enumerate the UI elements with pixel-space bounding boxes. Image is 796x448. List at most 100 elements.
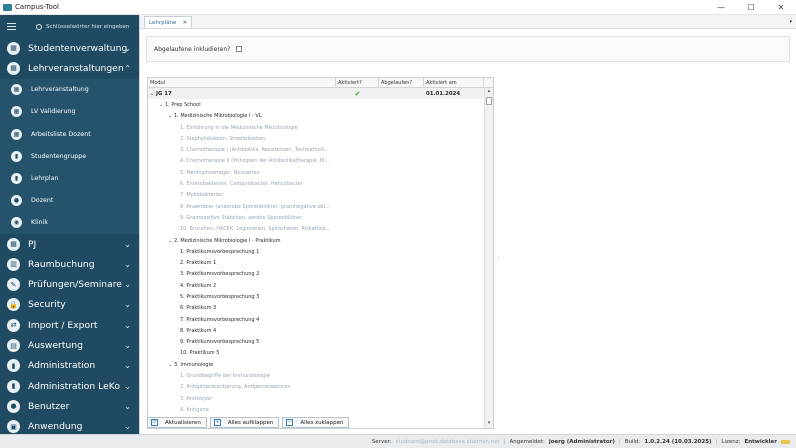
close-window-button[interactable]: ✕ — [766, 0, 796, 15]
column-header-modul[interactable]: Modul — [148, 78, 336, 87]
tree-node-label: 4. Praktikum 2 — [180, 282, 217, 289]
minimize-button[interactable]: — — [706, 0, 736, 15]
tree-row[interactable]: 4. Chemotherapie II (Prinzipien der Anti… — [148, 156, 485, 167]
sidebar-item-lehrveranstaltungen[interactable]: ▦ Lehrveranstaltungen ⌃ — [0, 58, 139, 78]
maximize-button[interactable]: ☐ — [736, 0, 766, 15]
tree-node-label: 5. Praktikumsvorbesprechung 3 — [180, 293, 260, 300]
tree-row[interactable]: 7. Mykobakterien — [148, 190, 485, 201]
sidebar-item-prüfungen-seminare[interactable]: ✎ Prüfungen/Seminare ⌄ — [0, 275, 139, 295]
tree-row[interactable]: 2. Antigenpräsentierung, Antigenrezeptor… — [148, 382, 485, 393]
tree-node-label: 1. Einführung in die Medizinische Mikrob… — [180, 124, 298, 131]
tree-row[interactable]: ⌄ 1. Medizinische Mikrobiologie I - VL — [148, 111, 485, 122]
tree-row[interactable]: ⌄ 3. Immunologie — [148, 359, 485, 370]
scroll-thumb[interactable] — [486, 97, 492, 105]
tree-row[interactable]: 2. Praktikum 1 — [148, 257, 485, 268]
sidebar-subitem-dozent[interactable]: ● Dozent — [0, 189, 139, 212]
sidebar-item-label: Import / Export — [28, 319, 98, 331]
tab-close-icon[interactable]: × — [182, 19, 187, 26]
splitter-handle-icon[interactable]: ⋮ — [495, 255, 501, 262]
refresh-button[interactable]: ⟳ Aktualisieren — [147, 417, 207, 428]
tree-row[interactable]: 5. Meningitiserreger, Neisserien — [148, 167, 485, 178]
chevron-icon[interactable]: ⌄ — [124, 321, 131, 330]
chevron-icon[interactable]: ⌄ — [124, 402, 131, 411]
sidebar-subitem-label: Studentengruppe — [31, 152, 87, 160]
chevron-icon[interactable]: ⌄ — [124, 341, 131, 350]
sidebar-item-import-export[interactable]: ⇄ Import / Export ⌄ — [0, 315, 139, 335]
sidebar-item-auswertung[interactable]: ▤ Auswertung ⌄ — [0, 335, 139, 355]
lock-icon: 🔒 — [7, 298, 20, 312]
tree-row[interactable]: 2. Staphylokokken, Streptokokken — [148, 133, 485, 144]
sidebar-item-administration-leko[interactable]: ▮ Administration LeKo ⌄ — [0, 376, 139, 396]
chevron-icon[interactable]: ⌄ — [124, 44, 131, 53]
sidebar-subitem-studentengruppe[interactable]: ▮ Studentengruppe — [0, 145, 139, 168]
tree-row[interactable]: ⌄ 2. Medizinische Mikrobiologie I - Prak… — [148, 235, 485, 246]
chevron-icon[interactable]: ⌄ — [124, 280, 131, 289]
tool-icon: ▮ — [7, 359, 20, 373]
search-input[interactable] — [46, 23, 136, 30]
sidebar-subitem-lv-validierung[interactable]: ▦ LV Validierung — [0, 100, 139, 123]
curriculum-tree-grid: Modul Aktiviert? Abgelaufen? Aktiviert a… — [147, 77, 494, 429]
tree-root-row[interactable]: ⌄ JG 17 ✔ 01.01.2024 — [148, 88, 485, 100]
tree-row[interactable]: 3. Antikörper — [148, 393, 485, 404]
tree-node-label: 3. Chemotherapie I (Antibiotika, Resiste… — [180, 147, 329, 154]
abgelaufene-checkbox[interactable] — [236, 46, 243, 52]
sidebar-subitem-arbeitsliste-dozent[interactable]: ▦ Arbeitsliste Dozent — [0, 122, 139, 146]
tool-icon: ▮ — [11, 172, 22, 184]
sidebar-item-label: Benutzer — [28, 400, 70, 412]
sidebar-item-pj[interactable]: ▦ PJ ⌄ — [0, 234, 139, 254]
tree-row[interactable]: 9. Praktikumsvorbesprechung 5 — [148, 337, 485, 348]
sidebar-item-security[interactable]: 🔒 Security ⌄ — [0, 295, 139, 315]
grid-header: Modul Aktiviert? Abgelaufen? Aktiviert a… — [148, 78, 493, 88]
column-header-aktiviert-am[interactable]: Aktiviert am — [424, 78, 484, 87]
tree-row[interactable]: 3. Praktikumsvorbesprechung 2 — [148, 269, 485, 280]
tree-row[interactable]: 7. Praktikumsvorbesprechung 4 — [148, 314, 485, 325]
sidebar-item-benutzer[interactable]: ● Benutzer ⌄ — [0, 396, 139, 416]
tree-node-label: 1. Praktikumsvorbesprechung 1 — [180, 248, 260, 255]
column-header-abgelaufen[interactable]: Abgelaufen? — [379, 78, 424, 87]
tab-menu-icon[interactable]: ▾ — [789, 19, 796, 25]
sidebar-search — [36, 23, 136, 30]
sidebar-item-studentenverwaltung[interactable]: ▦ Studentenverwaltung ⌄ — [0, 38, 139, 58]
window-controls: — ☐ ✕ — [706, 0, 796, 15]
tab-lehrplaene[interactable]: Lehrpläne × — [144, 16, 193, 28]
tree-row[interactable]: 10. Brucellen, HACEK, Legionellen, Spiro… — [148, 224, 485, 235]
tree-row[interactable]: 9. Grampositive Stäbchen, aerobe Sporenb… — [148, 212, 485, 223]
tree-row[interactable]: 10. Praktikum 5 — [148, 348, 485, 359]
hamburger-menu-icon[interactable] — [0, 23, 22, 30]
vertical-scrollbar[interactable]: ▴ ▾ — [484, 88, 493, 428]
tree-row[interactable]: 5. Praktikumsvorbesprechung 3 — [148, 291, 485, 302]
scroll-up-icon[interactable]: ▴ — [485, 88, 493, 96]
tree-row[interactable]: 6. Enterobakterien, Campylobacter, Helic… — [148, 178, 485, 189]
scroll-down-icon[interactable]: ▾ — [485, 420, 493, 428]
chevron-icon[interactable]: ⌄ — [124, 260, 131, 269]
sidebar-item-administration[interactable]: ▮ Administration ⌄ — [0, 356, 139, 376]
grid-rows: ⌄ JG 17 ✔ 01.01.2024 ⌄ 1. Prep School ⌄ 1… — [148, 88, 485, 428]
collapse-all-button[interactable]: − Alles zuklappen — [282, 417, 350, 428]
tool-icon: ▮ — [7, 379, 20, 393]
chevron-icon[interactable]: ⌄ — [124, 300, 131, 309]
sidebar-item-raumbuchung[interactable]: ▥ Raumbuchung ⌄ — [0, 254, 139, 274]
tree-row[interactable]: 1. Grundbegriffe der Immunbiologie — [148, 370, 485, 381]
sidebar-subitem-lehrveranstaltung[interactable]: ▦ Lehrveranstaltung — [0, 78, 139, 101]
chevron-icon[interactable]: ⌃ — [124, 64, 131, 73]
tree-row[interactable]: 1. Praktikumsvorbesprechung 1 — [148, 246, 485, 257]
tree-row[interactable]: 8. Praktikum 4 — [148, 325, 485, 336]
tree-row[interactable]: ⌄ 1. Prep School — [148, 99, 485, 110]
tree-row[interactable]: 3. Chemotherapie I (Antibiotika, Resiste… — [148, 144, 485, 155]
tree-row[interactable]: 4. Antigene — [148, 404, 485, 415]
chevron-icon[interactable]: ⌄ — [124, 382, 131, 391]
tree-row[interactable]: 6. Praktikum 3 — [148, 303, 485, 314]
title-bar: Campus-Tool — ☐ ✕ — [0, 0, 796, 15]
chevron-icon[interactable]: ⌄ — [124, 361, 131, 370]
tree-node-label: 9. Grampositive Stäbchen, aerobe Sporenb… — [180, 214, 303, 221]
tree-row[interactable]: 1. Einführung in die Medizinische Mikrob… — [148, 122, 485, 133]
expand-all-button[interactable]: + Alles aufklappen — [209, 417, 280, 428]
chevron-icon[interactable]: ⌄ — [124, 240, 131, 249]
sidebar-subitem-klinik[interactable]: ◉ Klinik — [0, 211, 139, 234]
column-header-aktiviert[interactable]: Aktiviert? — [336, 78, 379, 87]
tree-row[interactable]: 8. Anaerobier (anaerobe Sporenbildner, g… — [148, 201, 485, 212]
sidebar-subitem-lehrplan[interactable]: ▮ Lehrplan — [0, 167, 139, 190]
chevron-icon[interactable]: ⌄ — [124, 422, 131, 431]
tree-node-label: 4. Chemotherapie II (Prinzipien der Anti… — [180, 158, 329, 165]
tree-row[interactable]: 4. Praktikum 2 — [148, 280, 485, 291]
